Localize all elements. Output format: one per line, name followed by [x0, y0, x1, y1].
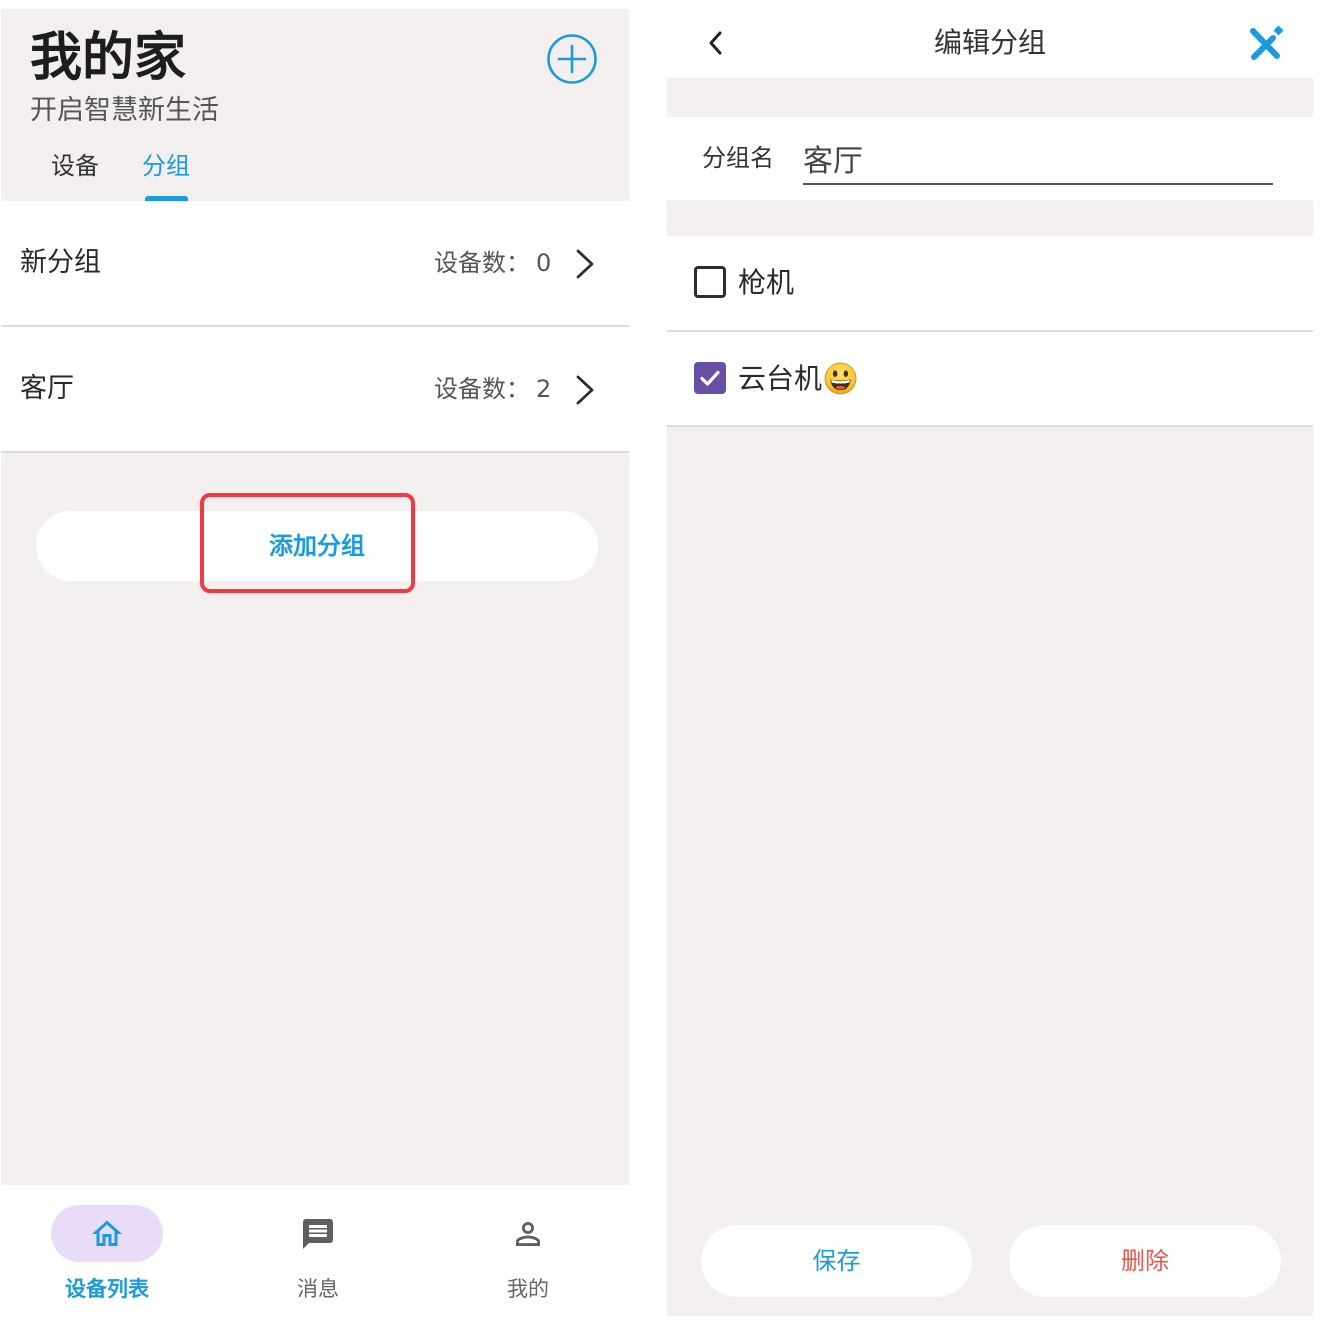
message-icon: [303, 1218, 333, 1249]
nav-item-device-list[interactable]: 设备列表: [27, 1185, 187, 1322]
group-list: 新分组 设备数： 0 客厅 设备数： 2: [1, 201, 629, 453]
input-underline: [803, 183, 1273, 185]
home-screen: 我的家 开启智慧新生活 设备 分组 新分组 设备数： 0 客厅 设备数： 2 添加分…: [1, 9, 629, 1322]
device-count-value: 2: [536, 375, 552, 403]
device-name: 枪机: [738, 236, 794, 330]
nav-item-messages[interactable]: 消息: [238, 1185, 398, 1322]
device-name-text: 枪机: [738, 266, 795, 299]
device-checkbox[interactable]: [694, 266, 726, 298]
group-name-input[interactable]: [803, 137, 1273, 179]
device-row[interactable]: 云台机: [667, 332, 1313, 427]
app-bar: 编辑分组: [667, 0, 1313, 78]
group-row[interactable]: 客厅 设备数： 2: [1, 327, 629, 453]
nav-item-me[interactable]: 我的: [448, 1185, 608, 1322]
add-group-button[interactable]: 添加分组: [36, 511, 598, 581]
page-title: 编辑分组: [933, 26, 1046, 59]
tab-devices[interactable]: 设备: [51, 150, 99, 182]
grinning-face-icon: [824, 362, 857, 395]
tab-groups[interactable]: 分组: [142, 150, 190, 182]
device-list: 枪机 云台机: [667, 236, 1313, 427]
group-name-row: 分组名: [667, 117, 1313, 200]
group-row[interactable]: 新分组 设备数： 0: [1, 201, 629, 327]
bottom-nav: 设备列表 消息 我的: [1, 1185, 629, 1322]
device-row[interactable]: 枪机: [667, 236, 1313, 332]
device-name-text: 云台机: [738, 362, 823, 395]
device-count-value: 0: [536, 249, 552, 277]
group-name: 客厅: [20, 373, 74, 404]
person-icon: [516, 1221, 540, 1246]
device-count: 设备数： 0: [434, 201, 551, 325]
device-checkbox[interactable]: [694, 362, 726, 394]
nav-icon-pill: [262, 1205, 374, 1262]
page-subtitle: 开启智慧新生活: [30, 95, 219, 126]
device-count-label: 设备数：: [434, 249, 530, 277]
nav-icon-pill: [51, 1205, 163, 1262]
nav-label: 设备列表: [65, 1277, 149, 1301]
group-name: 新分组: [20, 247, 101, 278]
edit-group-screen: 编辑分组 分组名 枪机 云台机: [667, 0, 1313, 1316]
nav-icon-pill: [472, 1205, 584, 1262]
page-title: 我的家: [30, 28, 187, 88]
chevron-right-icon: [576, 375, 594, 405]
save-button[interactable]: 保存: [701, 1225, 972, 1297]
check-icon: [700, 370, 720, 386]
delete-button[interactable]: 删除: [1009, 1225, 1281, 1297]
nav-label: 我的: [507, 1277, 549, 1301]
tools-icon[interactable]: [1246, 22, 1288, 64]
home-icon: [92, 1220, 122, 1246]
nav-label: 消息: [297, 1277, 339, 1301]
device-count-label: 设备数：: [434, 375, 530, 403]
group-name-label: 分组名: [702, 144, 774, 172]
add-circle-icon[interactable]: [546, 33, 598, 85]
chevron-right-icon: [576, 249, 594, 279]
device-count: 设备数： 2: [434, 327, 551, 451]
device-name: 云台机: [738, 332, 857, 425]
